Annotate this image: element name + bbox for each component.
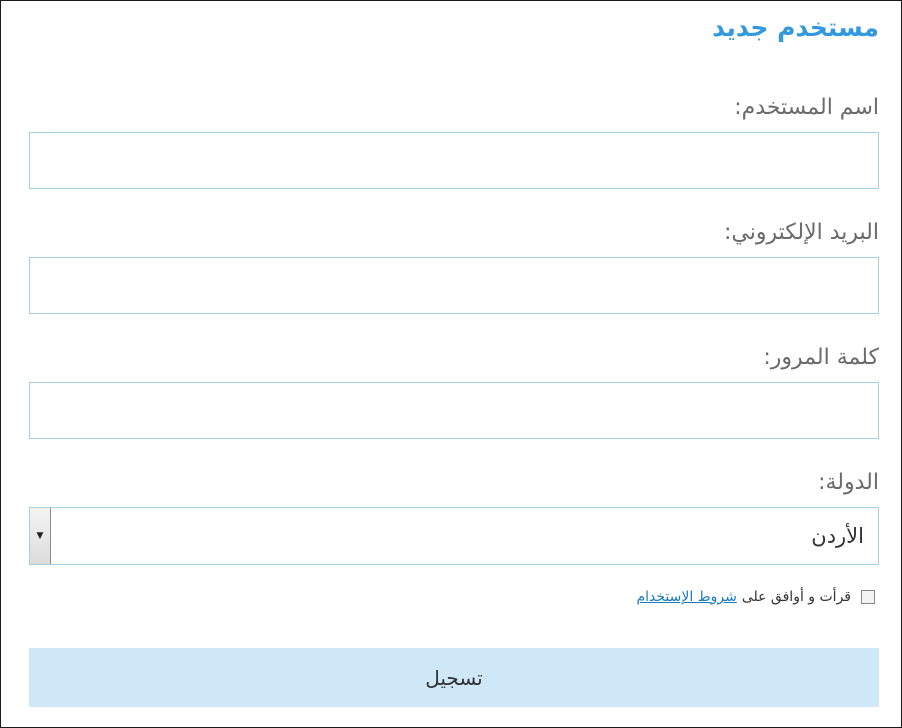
- email-input[interactable]: [29, 257, 879, 314]
- username-input[interactable]: [29, 132, 879, 189]
- terms-row: قرأت و أوافق على شروط الإستخدام: [636, 589, 875, 605]
- terms-link[interactable]: شروط الإستخدام: [636, 589, 736, 605]
- country-select[interactable]: الأردن ▼: [29, 507, 879, 565]
- form-title: مستخدم جديد: [712, 13, 879, 42]
- terms-checkbox[interactable]: [861, 590, 875, 604]
- email-label: البريد الإلكتروني:: [723, 220, 879, 245]
- country-selected-value: الأردن: [811, 524, 864, 548]
- terms-prefix: قرأت و أوافق على: [741, 589, 851, 605]
- username-label: اسم المستخدم:: [734, 95, 879, 120]
- country-label: الدولة:: [818, 470, 879, 495]
- password-input[interactable]: [29, 382, 879, 439]
- chevron-down-icon[interactable]: ▼: [30, 508, 51, 564]
- window-frame: مستخدم جديد اسم المستخدم: البريد الإلكتر…: [0, 0, 902, 728]
- register-button[interactable]: تسجيل: [29, 648, 879, 707]
- password-label: كلمة المرور:: [763, 345, 879, 370]
